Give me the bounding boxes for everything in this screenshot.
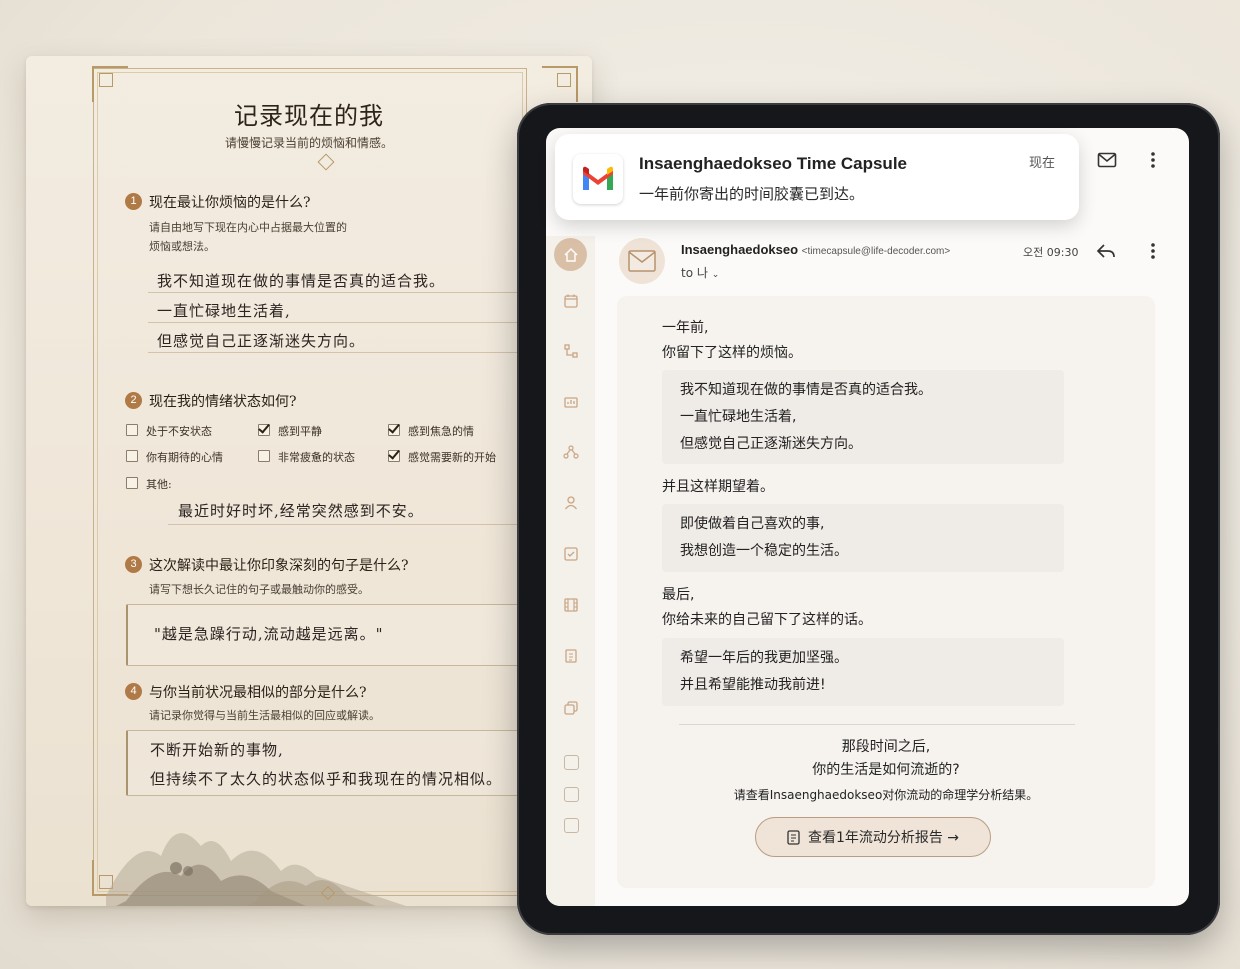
quote-line: 但感觉自己正逐渐迷失方向。	[680, 436, 862, 452]
answer-rule	[148, 322, 518, 323]
quote-line: 我想创造一个稳定的生活。	[680, 543, 848, 559]
person-icon[interactable]	[554, 486, 587, 519]
sender-avatar	[619, 238, 665, 284]
flow-icon[interactable]	[554, 334, 587, 367]
chevron-down-icon[interactable]: ⌄	[712, 270, 720, 280]
answer-line[interactable]: 但感觉自己正逐渐迷失方向。	[157, 330, 365, 351]
tablet-screen: Insaenghaedokseo <timecapsule@life-decod…	[546, 128, 1189, 906]
question-number: 3	[125, 556, 142, 573]
notification-body: 一年前你寄出的时间胶囊已到达。	[639, 185, 865, 203]
form-subtitle: 请慢慢记录当前的烦恼和情感。	[224, 136, 393, 150]
notification-time: 现在	[1028, 156, 1055, 171]
question-1: 现在最让你烦恼的是什么?	[149, 195, 311, 211]
question-4-hint: 请记录你觉得与当前生活最相似的回应或解读。	[149, 709, 380, 722]
paper-form: 记录现在的我 请慢慢记录当前的烦恼和情感。 1 现在最让你烦恼的是什么? 请自由…	[26, 56, 592, 906]
quote-line: 一直忙碌地生活着,	[680, 409, 797, 425]
answer-line: 不断开始新的事物,	[150, 741, 284, 759]
form-title: 记录现在的我	[234, 102, 384, 130]
answer-box[interactable]: "越是急躁行动,流动越是远离。"	[126, 604, 519, 666]
divider	[679, 724, 1075, 725]
emotion-checkbox[interactable]: 感到平静	[258, 423, 322, 439]
answer-line[interactable]: 我不知道现在做的事情是否真的适合我。	[157, 270, 445, 291]
question-number: 2	[125, 392, 142, 409]
emotion-checkbox[interactable]: 感觉需要新的开始	[388, 449, 496, 465]
push-notification[interactable]: Insaenghaedokseo Time Capsule 一年前你寄出的时间胶…	[555, 134, 1079, 220]
checkbox-icon[interactable]	[258, 450, 270, 462]
answer-rule	[168, 524, 518, 525]
other-answer[interactable]: 最近时好时坏,经常突然感到不安。	[178, 500, 424, 521]
checkbox-checked-icon[interactable]	[388, 424, 400, 436]
layers-icon[interactable]	[554, 691, 587, 724]
mail-text: 并且这样期望着。	[662, 479, 774, 495]
emotion-checkbox[interactable]: 非常疲惫的状态	[258, 449, 355, 465]
facebook-icon[interactable]	[564, 818, 579, 833]
emotion-checkbox[interactable]: 感到焦急的情	[388, 423, 474, 439]
checkbox-icon[interactable]	[126, 477, 138, 489]
notification-title: Insaenghaedokseo Time Capsule	[639, 154, 907, 173]
closing-text: 请查看Insaenghaedokseo对你流动的命理学分析结果。	[733, 788, 1039, 802]
question-number: 1	[125, 193, 142, 210]
checkbox-icon[interactable]	[126, 450, 138, 462]
mail-time: 오전 09:30	[1023, 246, 1079, 259]
checkbox-checked-icon[interactable]	[388, 450, 400, 462]
mountain-ink-illustration	[106, 833, 406, 906]
quote-line: 并且希望能推动我前进!	[680, 677, 826, 693]
home-icon[interactable]	[554, 238, 587, 271]
recipient[interactable]: to 나 ⌄	[681, 264, 719, 281]
instagram-icon[interactable]	[564, 755, 579, 770]
other-checkbox[interactable]: 其他:	[126, 476, 172, 492]
quote-line: 我不知道现在做的事情是否真的适合我。	[680, 382, 932, 398]
answer-text: "越是急躁行动,流动越是远离。"	[154, 625, 384, 643]
checkbox-icon[interactable]	[126, 424, 138, 436]
envelope-icon	[628, 250, 656, 272]
mail-text: 你给未来的自己留下了这样的话。	[662, 612, 872, 628]
gmail-icon	[573, 154, 623, 204]
mail-text: 一年前,	[662, 320, 709, 336]
answer-line[interactable]: 一直忙碌地生活着,	[157, 300, 291, 321]
question-4: 与你当前状况最相似的部分是什么?	[149, 685, 367, 701]
quote-block: 希望一年后的我更加坚强。 并且希望能推动我前进!	[662, 638, 1064, 706]
network-icon[interactable]	[554, 435, 587, 468]
view-report-label: 查看1年流动分析报告 →	[807, 830, 960, 846]
sender-email: <timecapsule@life-decoder.com>	[801, 246, 951, 257]
film-icon[interactable]	[554, 588, 587, 621]
document-icon[interactable]	[554, 639, 587, 672]
quote-block: 即使做着自己喜欢的事, 我想创造一个稳定的生活。	[662, 504, 1064, 572]
emotion-checkbox[interactable]: 你有期待的心情	[126, 449, 223, 465]
mail-text: 最后,	[662, 587, 695, 603]
reply-icon[interactable]	[1096, 243, 1116, 259]
sender-name: Insaenghaedokseo <timecapsule@life-decod…	[681, 242, 951, 257]
quote-block: 我不知道现在做的事情是否真的适合我。 一直忙碌地生活着, 但感觉自己正逐渐迷失方…	[662, 370, 1064, 464]
quote-line: 希望一年后的我更加坚强。	[680, 650, 848, 666]
question-3-hint: 请写下想长久记住的句子或最触动你的感受。	[149, 583, 369, 596]
mail-body: 一年前, 你留下了这样的烦恼。 我不知道现在做的事情是否真的适合我。 一直忙碌地…	[617, 296, 1155, 888]
mail-icon[interactable]	[1097, 152, 1117, 168]
calendar-icon[interactable]	[554, 284, 587, 317]
closing-text: 你的生活是如何流逝的?	[812, 762, 960, 778]
emotion-checkbox[interactable]: 处于不安状态	[126, 423, 212, 439]
more-vert-icon[interactable]	[1150, 151, 1156, 169]
youtube-icon[interactable]	[564, 787, 579, 802]
question-1-hint: 请自由地写下现在内心中占据最大位置的 烦恼或想法。	[149, 221, 347, 253]
mail-text: 你留下了这样的烦恼。	[662, 345, 802, 361]
question-number: 4	[125, 683, 142, 700]
closing-text: 那段时间之后,	[841, 739, 931, 755]
document-icon	[787, 829, 800, 845]
question-3: 这次解读中最让你印象深刻的句子是什么?	[149, 558, 409, 574]
view-report-button[interactable]: 查看1年流动分析报告 →	[755, 817, 991, 857]
checklist-icon[interactable]	[554, 537, 587, 570]
quote-line: 即使做着自己喜欢的事,	[680, 516, 825, 532]
chart-icon[interactable]	[554, 384, 587, 417]
answer-rule	[148, 352, 518, 353]
checkbox-checked-icon[interactable]	[258, 424, 270, 436]
question-2: 现在我的情绪状态如何?	[149, 394, 297, 410]
more-vert-icon[interactable]	[1150, 242, 1156, 260]
nav-rail	[546, 236, 595, 906]
answer-rule	[148, 292, 518, 293]
